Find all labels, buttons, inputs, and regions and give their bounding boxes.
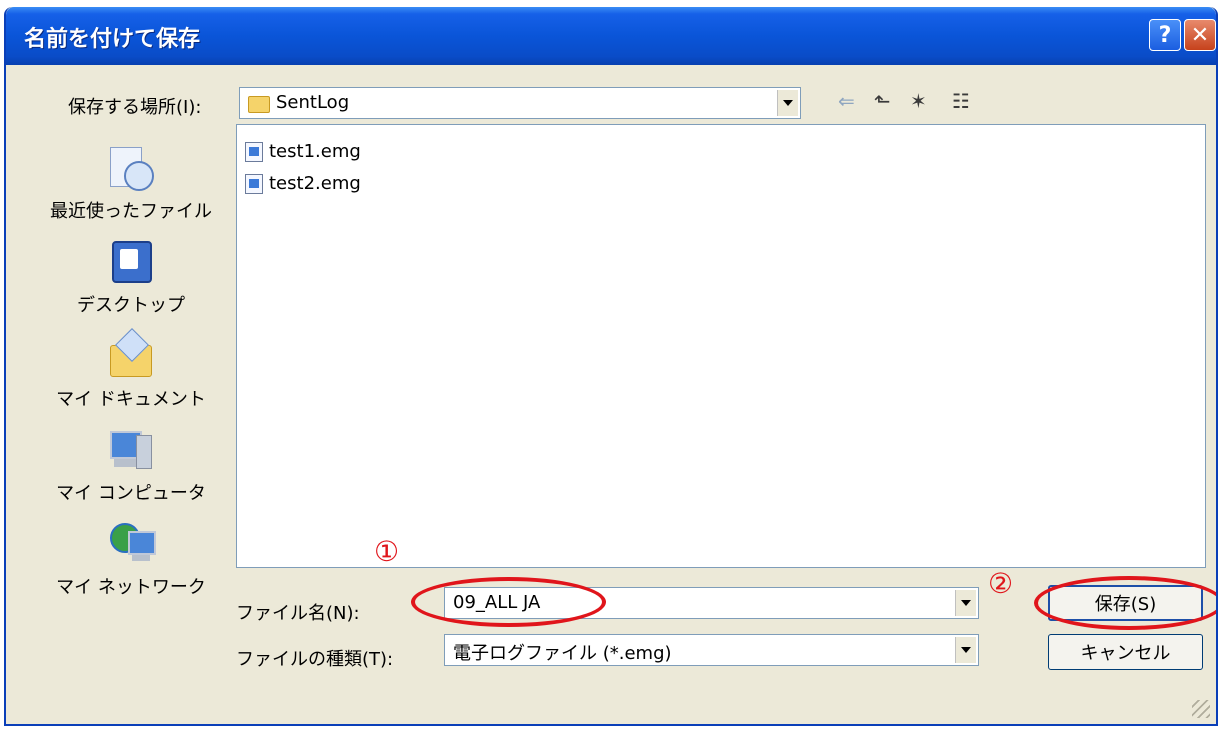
location-label: 保存する場所(I): xyxy=(68,97,202,118)
place-documents-label: マイ ドキュメント xyxy=(56,389,206,410)
cancel-button[interactable]: キャンセル xyxy=(1048,634,1203,670)
place-computer[interactable]: マイ コンピュータ xyxy=(46,425,216,505)
filename-input[interactable]: 09_ALL JA xyxy=(444,587,979,619)
new-folder-icon[interactable]: ✶ xyxy=(910,89,927,113)
save-as-dialog: 名前を付けて保存 ? ✕ 保存する場所(I): SentLog ⇐ ⬑ ✶ ☷ … xyxy=(4,7,1218,726)
filename-label: ファイル名(N): xyxy=(236,603,360,624)
chevron-down-icon[interactable] xyxy=(955,590,976,616)
recent-icon xyxy=(106,143,156,191)
place-desktop[interactable]: デスクトップ xyxy=(46,237,216,317)
resize-grip[interactable] xyxy=(1192,700,1210,718)
help-button[interactable]: ? xyxy=(1149,19,1181,51)
views-menu-icon[interactable]: ☷ xyxy=(952,89,970,113)
dialog-title: 名前を付けて保存 xyxy=(24,27,201,52)
chevron-down-icon[interactable] xyxy=(955,637,976,663)
file-list[interactable]: test1.emg test2.emg xyxy=(236,124,1206,568)
location-select[interactable]: SentLog xyxy=(239,87,801,119)
place-recent-label: 最近使ったファイル xyxy=(50,201,212,222)
annotation-marker-1: ① xyxy=(374,535,400,568)
documents-icon xyxy=(106,328,156,379)
place-desktop-label: デスクトップ xyxy=(77,295,185,316)
location-value: SentLog xyxy=(276,92,350,113)
file-icon xyxy=(245,141,263,162)
annotation-marker-2: ② xyxy=(988,567,1014,600)
list-item[interactable]: test1.emg xyxy=(245,141,361,162)
close-button[interactable]: ✕ xyxy=(1184,19,1216,51)
back-icon[interactable]: ⇐ xyxy=(838,89,855,113)
file-name: test1.emg xyxy=(269,141,361,162)
network-icon xyxy=(106,519,156,567)
filetype-label: ファイルの種類(T): xyxy=(236,649,394,670)
place-documents[interactable]: マイ ドキュメント xyxy=(46,328,216,411)
list-item[interactable]: test2.emg xyxy=(245,173,361,194)
place-recent[interactable]: 最近使ったファイル xyxy=(46,143,216,223)
up-folder-icon[interactable]: ⬑ xyxy=(874,89,891,113)
file-name: test2.emg xyxy=(269,173,361,194)
filename-value: 09_ALL JA xyxy=(453,592,541,613)
place-network[interactable]: マイ ネットワーク xyxy=(46,519,216,599)
place-computer-label: マイ コンピュータ xyxy=(56,483,206,504)
computer-icon xyxy=(106,425,156,473)
folder-icon xyxy=(248,96,270,113)
save-button[interactable]: 保存(S) xyxy=(1048,585,1203,621)
place-network-label: マイ ネットワーク xyxy=(56,577,206,598)
file-icon xyxy=(245,173,263,194)
desktop-icon xyxy=(106,237,156,285)
title-bar: 名前を付けて保存 ? ✕ xyxy=(6,7,1216,65)
chevron-down-icon[interactable] xyxy=(777,90,798,116)
filetype-value: 電子ログファイル (*.emg) xyxy=(453,643,672,664)
filetype-select[interactable]: 電子ログファイル (*.emg) xyxy=(444,634,979,666)
